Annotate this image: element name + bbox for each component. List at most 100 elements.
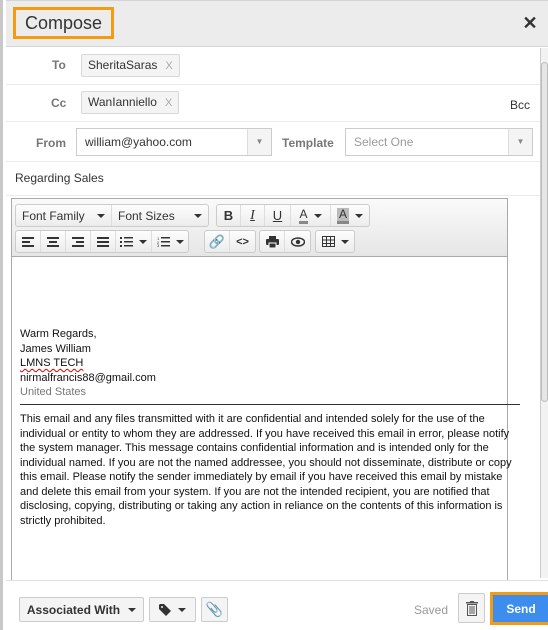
align-list-group: 123: [15, 230, 189, 253]
chevron-down-icon: ▼: [247, 129, 271, 155]
from-value: william@yahoo.com: [85, 135, 192, 149]
signature-company-text: LMNS TECH: [20, 357, 84, 369]
associated-with-dropdown[interactable]: Associated With: [19, 597, 144, 622]
chevron-down-icon: [128, 607, 137, 612]
chevron-down-icon: [355, 213, 363, 218]
remove-cc-recipient-icon[interactable]: X: [165, 97, 172, 109]
send-highlight: Send: [490, 592, 548, 625]
align-right-icon: [72, 236, 84, 247]
text-color-button[interactable]: A: [291, 205, 331, 226]
underline-button[interactable]: U: [265, 205, 291, 226]
bullet-list-button[interactable]: [116, 231, 152, 252]
bold-button[interactable]: B: [217, 205, 241, 226]
table-icon: [321, 236, 335, 247]
bullet-list-icon: [120, 236, 133, 247]
to-row: To SheritaSaras X: [6, 48, 540, 85]
background-color-button[interactable]: A: [331, 205, 369, 226]
scrollbar[interactable]: [540, 48, 548, 578]
template-placeholder: Select One: [354, 135, 414, 149]
numbered-list-button[interactable]: 123: [152, 231, 188, 252]
chevron-down-icon: [340, 239, 349, 244]
template-select[interactable]: Select One ▼: [345, 128, 533, 156]
table-group: [315, 230, 355, 253]
associated-with-label: Associated With: [26, 602, 121, 617]
save-status: Saved: [414, 603, 449, 617]
font-family-dropdown[interactable]: Font Family: [16, 205, 112, 226]
justify-icon: [97, 236, 109, 247]
chevron-down-icon: [175, 239, 184, 244]
dialog-title: Compose: [13, 7, 115, 39]
delete-button[interactable]: [458, 593, 485, 623]
tag-dropdown[interactable]: [149, 597, 196, 622]
source-code-button[interactable]: <>: [230, 231, 255, 252]
align-center-icon: [47, 236, 59, 247]
link-icon: 🔗: [208, 233, 226, 249]
chevron-down-icon: [194, 213, 202, 218]
disclaimer-text: This email and any files transmitted wit…: [20, 413, 512, 527]
to-label: To: [52, 58, 66, 72]
font-sizes-dropdown[interactable]: Font Sizes: [112, 205, 208, 226]
align-left-icon: [22, 236, 34, 247]
background-color-icon: A: [336, 207, 349, 224]
font-family-label: Font Family: [22, 208, 85, 223]
tag-icon: [159, 603, 171, 616]
signature-divider: [20, 404, 520, 405]
print-button[interactable]: [260, 231, 285, 252]
scrollbar-thumb[interactable]: [541, 62, 548, 402]
cc-recipient-chip[interactable]: WanIanniello X: [81, 91, 180, 114]
from-select[interactable]: william@yahoo.com ▼: [76, 128, 272, 156]
cc-row: Cc WanIanniello X Bcc: [6, 85, 540, 122]
justify-button[interactable]: [91, 231, 116, 252]
signature-company: LMNS TECH: [20, 356, 156, 371]
format-group: B I U A A: [216, 204, 370, 227]
compose-dialog: Compose ✕ To SheritaSaras X Cc WanIanniel…: [0, 0, 548, 630]
paperclip-icon: 📎: [205, 601, 224, 617]
signature-email: nirmalfrancis88@gmail.com: [20, 371, 156, 384]
cc-label: Cc: [51, 96, 67, 110]
signature-country: United States: [20, 386, 87, 398]
from-row: From william@yahoo.com ▼ Template Select…: [6, 122, 540, 162]
numbered-list-icon: 123: [157, 236, 170, 247]
chevron-down-icon: [178, 607, 186, 612]
link-code-group: 🔗 <>: [204, 230, 256, 253]
dialog-header: Compose ✕: [6, 0, 548, 47]
compose-footer: Associated With 📎 Saved Send: [6, 580, 548, 630]
eye-icon: [290, 236, 305, 247]
print-icon: [265, 235, 279, 248]
attach-button[interactable]: 📎: [201, 597, 228, 622]
remove-recipient-icon[interactable]: X: [165, 60, 172, 72]
from-label: From: [36, 136, 66, 150]
chevron-down-icon: ▼: [508, 129, 532, 155]
font-group: Font Family Font Sizes: [15, 204, 209, 227]
close-icon[interactable]: ✕: [522, 14, 538, 32]
trash-icon: [465, 600, 478, 616]
chevron-down-icon: [313, 213, 322, 218]
cc-recipient-name: WanIanniello: [88, 95, 157, 109]
send-button[interactable]: Send: [493, 595, 548, 622]
print-preview-group: [259, 230, 311, 253]
align-center-button[interactable]: [41, 231, 66, 252]
code-icon: <>: [236, 235, 249, 248]
subject-input[interactable]: Regarding Sales: [15, 171, 104, 185]
bcc-link[interactable]: Bcc: [510, 98, 530, 112]
recipient-chip[interactable]: SheritaSaras X: [81, 54, 180, 77]
text-color-icon: A: [299, 207, 308, 224]
chevron-down-icon: [139, 239, 147, 244]
align-right-button[interactable]: [66, 231, 91, 252]
italic-button[interactable]: I: [241, 205, 265, 226]
insert-link-button[interactable]: 🔗: [205, 231, 230, 252]
svg-text:3: 3: [157, 243, 160, 247]
recipient-name: SheritaSaras: [88, 58, 158, 72]
editor-toolbar: Font Family Font Sizes B I U A A 123 🔗 <…: [12, 199, 507, 257]
insert-table-button[interactable]: [316, 231, 354, 252]
font-sizes-label: Font Sizes: [118, 208, 175, 223]
signature-name: James William: [20, 342, 91, 355]
signature-block: Warm Regards, James William LMNS TECH ni…: [20, 327, 156, 400]
chevron-down-icon: [97, 213, 105, 218]
rich-text-editor: Font Family Font Sizes B I U A A 123 🔗 <…: [11, 198, 520, 580]
email-body-editor[interactable]: Warm Regards, James William LMNS TECH ni…: [12, 257, 520, 580]
signature-closing: Warm Regards,: [20, 328, 97, 340]
preview-button[interactable]: [285, 231, 310, 252]
align-left-button[interactable]: [16, 231, 41, 252]
template-label: Template: [282, 136, 334, 150]
